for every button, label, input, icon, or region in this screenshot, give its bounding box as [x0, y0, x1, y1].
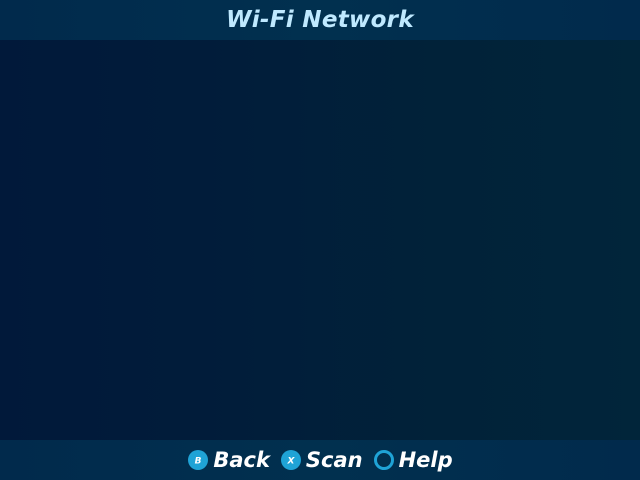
- x-button-glyph: X: [286, 457, 295, 467]
- scan-label: Scan: [305, 448, 363, 472]
- b-button-glyph: B: [195, 457, 202, 467]
- header-bar: Wi-Fi Network: [0, 0, 640, 40]
- footer-bar: B Back X Scan Help: [0, 440, 640, 480]
- back-label: Back: [213, 448, 270, 472]
- help-label: Help: [398, 448, 453, 472]
- network-list-area: [0, 40, 640, 440]
- page-title: Wi-Fi Network: [226, 7, 414, 33]
- circle-button-icon: [373, 449, 395, 471]
- back-button[interactable]: B Back: [187, 448, 270, 472]
- x-button-icon: X: [280, 449, 302, 471]
- wifi-network-screen: Wi-Fi Network B Back X Scan Help: [0, 0, 640, 480]
- help-button[interactable]: Help: [373, 448, 453, 472]
- scan-button[interactable]: X Scan: [280, 448, 363, 472]
- b-button-icon: B: [187, 449, 209, 471]
